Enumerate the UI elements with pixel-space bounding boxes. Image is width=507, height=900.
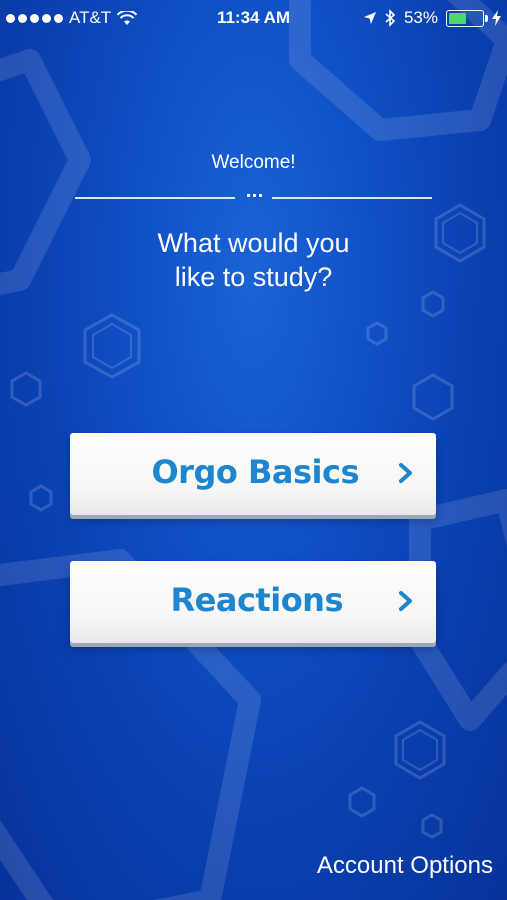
welcome-text: Welcome! bbox=[211, 152, 296, 173]
location-arrow-icon bbox=[363, 12, 376, 24]
reactions-label: Reactions bbox=[170, 581, 344, 619]
chevron-right-icon bbox=[399, 463, 412, 483]
battery-percent: 53% bbox=[403, 8, 438, 27]
status-bar: AT&T 11:34 AM 53% bbox=[0, 0, 507, 38]
reactions-button[interactable]: Reactions bbox=[70, 561, 436, 643]
headline-line-2: like to study? bbox=[174, 262, 333, 292]
account-options-link[interactable]: Account Options bbox=[317, 852, 493, 880]
battery-icon bbox=[446, 9, 488, 27]
headline-line-1: What would you bbox=[157, 228, 350, 258]
chevron-right-icon bbox=[399, 591, 412, 611]
status-right: 53% bbox=[363, 8, 501, 28]
charging-bolt-icon bbox=[492, 10, 501, 26]
orgo-basics-button[interactable]: Orgo Basics bbox=[70, 433, 436, 515]
orgo-basics-label: Orgo Basics bbox=[151, 453, 359, 491]
page-title: What would you like to study? bbox=[0, 226, 507, 294]
battery-fill bbox=[449, 12, 466, 24]
divider bbox=[75, 194, 432, 199]
bluetooth-icon bbox=[385, 9, 396, 27]
